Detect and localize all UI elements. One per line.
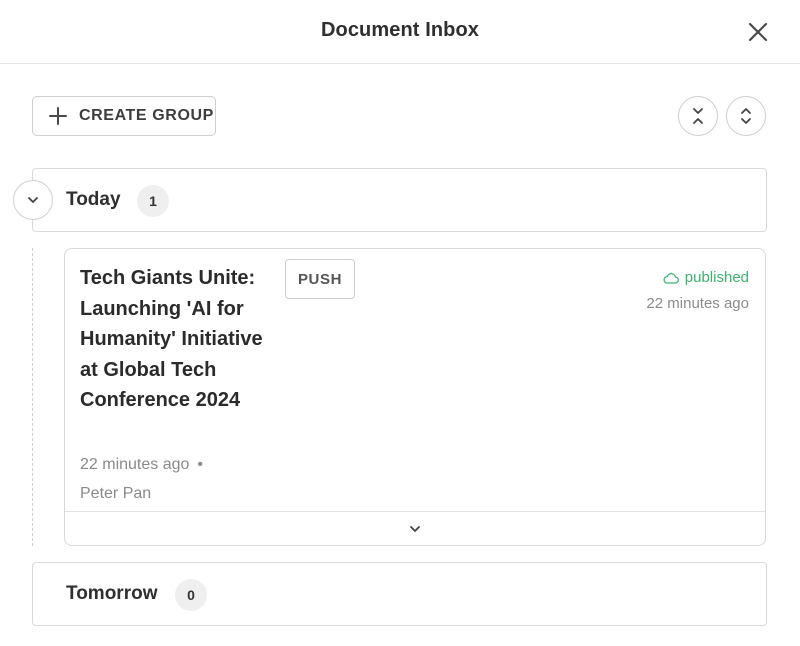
push-badge: PUSH [285, 259, 355, 299]
group-header-today[interactable]: Today 1 [32, 168, 767, 232]
create-group-button[interactable]: CREATE GROUP [32, 96, 216, 136]
group-title: Today [66, 189, 121, 210]
close-button[interactable] [744, 18, 772, 46]
create-group-label: CREATE GROUP [79, 107, 214, 124]
meta-separator: • [197, 456, 204, 473]
plus-icon [49, 107, 67, 125]
document-card[interactable]: Tech Giants Unite: Launching 'AI for Hum… [64, 248, 766, 546]
count-badge: 0 [175, 579, 207, 611]
document-expand-toggle[interactable] [65, 511, 765, 545]
document-inbox-panel: Document Inbox CREATE GROUP Today 1 Tech… [0, 0, 800, 646]
page-title: Document Inbox [320, 19, 480, 41]
expand-all-button[interactable] [726, 96, 766, 136]
group-header-tomorrow[interactable]: Tomorrow 0 [32, 562, 767, 626]
group-toggle-today[interactable] [13, 180, 53, 220]
cloud-icon [663, 272, 679, 284]
document-time: 22 minutes ago [80, 456, 190, 473]
status-badge: published [663, 269, 749, 286]
collapse-all-icon [693, 108, 703, 124]
document-author: Peter Pan [80, 485, 152, 502]
chevron-down-icon [410, 525, 420, 532]
expand-all-icon [741, 108, 751, 124]
document-meta: 22 minutes ago • Peter Pan [80, 450, 280, 508]
status-label: published [684, 269, 749, 286]
header: Document Inbox [0, 0, 800, 64]
group-title: Tomorrow [66, 583, 158, 604]
chevron-down-icon [28, 197, 38, 203]
count-badge: 1 [137, 185, 169, 217]
status-time: 22 minutes ago [646, 295, 749, 312]
document-title: Tech Giants Unite: Launching 'AI for Hum… [80, 267, 263, 411]
tree-connector-line [32, 248, 33, 546]
collapse-all-button[interactable] [678, 96, 718, 136]
close-icon [748, 22, 768, 42]
